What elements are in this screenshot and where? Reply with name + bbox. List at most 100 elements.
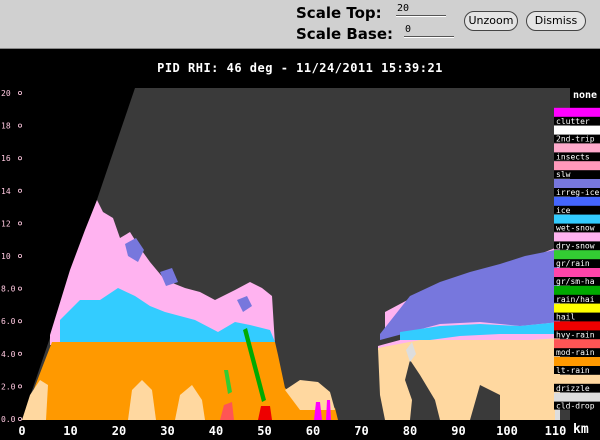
legend-label: wet-snow: [556, 224, 595, 233]
unzoom-button[interactable]: Unzoom: [464, 11, 518, 31]
y-tick-label: 14: [1, 187, 11, 196]
legend-label: ice: [556, 206, 571, 215]
legend-label: none: [573, 90, 597, 101]
y-tick-mark: [17, 221, 22, 226]
scale-base-value: 0: [405, 24, 412, 35]
drizzle-region: [128, 380, 156, 420]
legend-label-bg: [554, 294, 600, 303]
y-tick-mark: [17, 123, 22, 128]
legend-swatch: [554, 143, 569, 154]
irreg-ice-region: [160, 268, 178, 286]
legend-swatch: [569, 268, 600, 278]
legend-swatch: [554, 196, 569, 207]
legend-label: irreg-ice: [556, 188, 600, 197]
legend-label-bg: [554, 205, 600, 214]
legend-swatch: [554, 392, 569, 403]
wet-snow-region: [400, 322, 560, 342]
dismiss-button[interactable]: Dismiss: [526, 11, 586, 31]
y-tick-label: 0.0: [1, 415, 16, 424]
legend-label-bg: [554, 152, 600, 161]
legend-swatch: [569, 357, 600, 367]
legend-label-bg: [554, 259, 600, 268]
legend-swatch: [554, 179, 569, 189]
legend-label-bg: [554, 134, 600, 143]
legend: none clutter 2nd-trip insects slw irreg-ice ic…: [554, 90, 600, 411]
toolbar: Scale Top: 20 Scale Base: 0 Unzoom Dismi…: [0, 0, 600, 49]
legend-swatch: [569, 250, 600, 261]
legend-label-bg: [554, 116, 600, 125]
y-tick-label: 18: [1, 122, 11, 131]
cloud-drop-region: [406, 342, 416, 362]
clutter-region: [314, 402, 322, 420]
y-tick-label: 2.0: [1, 382, 16, 391]
wet-snow-region: [60, 288, 275, 342]
x-tick-label: 90: [451, 424, 465, 438]
drizzle-region: [22, 380, 48, 420]
clutter-region: [326, 400, 331, 420]
legend-label: 2nd-trip: [556, 135, 595, 144]
legend-swatch: [554, 374, 569, 385]
scale-top-label: Scale Top:: [296, 4, 382, 22]
moderate-rain-region: [220, 402, 234, 420]
irreg-ice-region: [125, 238, 144, 262]
legend-swatch: [554, 285, 569, 296]
legend-label: hail: [556, 313, 575, 322]
dry-snow-region: [385, 246, 560, 330]
legend-label: hvy-rain: [556, 330, 595, 339]
legend-swatch: [554, 268, 569, 278]
x-tick-label: 60: [306, 424, 320, 438]
legend-label: dry-snow: [556, 241, 595, 250]
legend-swatch: [569, 321, 600, 332]
legend-swatch: [569, 374, 600, 385]
drizzle-region: [175, 385, 205, 420]
legend-label: insects: [556, 152, 590, 161]
legend-swatch: [569, 339, 600, 350]
x-tick-label: 30: [160, 424, 174, 438]
y-axis: 0.0 2.0 4.0 6.0 8.0 10 12 14 16 18 20: [1, 89, 22, 424]
irreg-ice-region: [237, 296, 252, 312]
legend-label: gr/rain: [556, 259, 590, 268]
legend-label: lt-rain: [556, 366, 590, 375]
legend-label-bg: [554, 277, 600, 285]
legend-label-bg: [554, 383, 600, 392]
legend-swatch: [554, 161, 569, 172]
cloud-drop-region: [555, 398, 560, 420]
rain-hail-region: [243, 328, 266, 402]
data-background: [22, 88, 570, 420]
legend-swatch: [569, 107, 600, 118]
legend-label: slw: [556, 170, 571, 179]
legend-label-bg: [554, 312, 600, 321]
y-tick-label: 20: [1, 89, 11, 98]
legend-label: cld-drop: [556, 402, 595, 411]
x-tick-label: 20: [112, 424, 126, 438]
x-tick-label: 80: [403, 424, 417, 438]
legend-label-bg: [554, 241, 600, 250]
y-tick-label: 12: [1, 219, 11, 228]
heavy-rain-region: [258, 406, 272, 420]
y-tick-mark: [17, 286, 22, 291]
y-tick-mark: [17, 156, 22, 161]
legend-label-bg: [554, 366, 600, 374]
light-rain-region: [22, 342, 338, 420]
legend-swatch: [554, 303, 569, 314]
legend-swatch: [569, 232, 600, 243]
legend-swatch: [554, 214, 569, 225]
scale-base-slider[interactable]: [404, 36, 454, 38]
legend-swatch: [554, 125, 569, 136]
plot-title: PID RHI: 46 deg - 11/24/2011 15:39:21: [157, 61, 443, 75]
legend-swatch: [554, 339, 569, 350]
y-tick-label: 16: [1, 154, 11, 163]
y-tick-mark: [17, 188, 22, 193]
x-tick-label: 110: [545, 424, 567, 438]
scale-top-slider[interactable]: [396, 15, 446, 17]
legend-swatch: [569, 214, 600, 225]
x-tick-label: 100: [496, 424, 518, 438]
legend-swatch: [569, 392, 600, 403]
legend-swatch: [569, 125, 600, 136]
legend-label-bg: [554, 170, 600, 179]
y-tick-mark: [17, 253, 22, 258]
scale-top-value: 20: [397, 3, 410, 14]
x-tick-label: 10: [63, 424, 77, 438]
y-tick-label: 10: [1, 252, 11, 261]
legend-label-bg: [554, 348, 600, 357]
